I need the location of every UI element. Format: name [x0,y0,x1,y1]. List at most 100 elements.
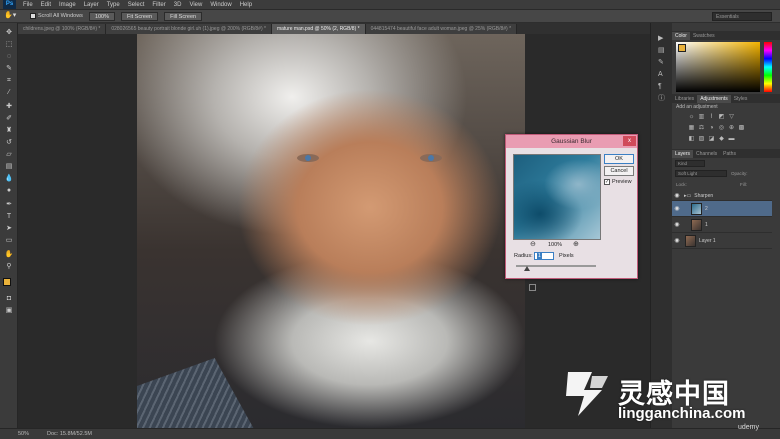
color-panel-swatch[interactable] [678,44,686,52]
color-picker-field[interactable] [676,42,760,92]
menu-edit[interactable]: Edit [37,2,55,8]
scroll-all-checkbox[interactable] [30,13,36,19]
layer-group-sharpen[interactable]: ◉ ▸▭ Sharpen [672,191,772,201]
tab-libraries[interactable]: Libraries [672,95,697,103]
watermark: 灵感中国 lingganchina.com udemy [562,368,780,439]
photo-canvas[interactable] [137,34,525,428]
exposure-icon[interactable]: ◩ [718,114,725,121]
tab-childrens[interactable]: childrens.jpeg @ 100% (RGB/8#) * [18,24,107,34]
visibility-eye-icon[interactable]: ◉ [672,221,682,228]
crop-tool-icon[interactable]: ⌗ [4,77,14,85]
character-icon[interactable]: A [658,71,666,79]
tab-layers[interactable]: Layers [672,150,694,158]
tab-channels[interactable]: Channels [693,150,720,158]
stamp-tool-icon[interactable]: ♜ [4,127,14,135]
hand-tool-icon[interactable]: ✋ [4,251,14,259]
menu-type[interactable]: Type [103,2,124,8]
visibility-eye-icon[interactable]: ◉ [672,192,682,199]
paragraph-icon[interactable]: ¶ [658,83,666,91]
eraser-tool-icon[interactable]: ▱ [4,151,14,159]
tab-styles[interactable]: Styles [731,95,751,103]
cancel-button[interactable]: Cancel [604,166,634,176]
ok-button[interactable]: OK [604,154,634,164]
close-icon[interactable]: x [623,136,636,146]
type-tool-icon[interactable]: T [4,213,14,221]
zoom-level[interactable]: 50% [18,431,29,437]
layer-layer1[interactable]: ◉ Layer 1 [672,233,772,249]
menu-filter[interactable]: Filter [148,2,169,8]
brightness-icon[interactable]: ☼ [688,114,695,121]
screen-mode-icon[interactable]: ▣ [4,307,14,315]
brush-tool-icon[interactable]: ✐ [4,115,14,123]
menu-file[interactable]: File [19,2,37,8]
gradient-map-icon[interactable]: ▬ [728,136,735,143]
menu-select[interactable]: Select [124,2,149,8]
blur-preview[interactable] [513,154,601,240]
healing-brush-icon[interactable]: ✚ [4,103,14,111]
blend-mode-select[interactable]: Soft Light [675,170,727,177]
brush-preset-icon[interactable]: ✎ [658,59,666,67]
path-select-icon[interactable]: ➤ [4,225,14,233]
tab-beauty-portrait[interactable]: 028026565 beauty portrait blonde girl.uh… [106,24,272,34]
hue-slider[interactable] [764,42,772,92]
dialog-title[interactable]: Gaussian Blur [506,135,637,148]
fill-screen-button[interactable]: Fill Screen [164,11,203,21]
menu-3d[interactable]: 3D [170,2,186,8]
selective-color-icon[interactable]: ◆ [718,136,725,143]
zoom-100-button[interactable]: 100% [88,11,116,21]
layer-1[interactable]: ◉ 1 [672,217,772,233]
photo-filter-icon[interactable]: ◎ [718,125,725,132]
posterize-icon[interactable]: ▨ [698,136,705,143]
hand-icon[interactable]: ✋▾ [4,11,22,21]
foreground-color-swatch[interactable] [3,278,11,286]
curves-icon[interactable]: ⌇ [708,114,715,121]
color-lookup-icon[interactable]: ▩ [738,125,745,132]
history-icon[interactable]: ▶ [658,35,666,43]
tab-swatches[interactable]: Swatches [690,32,718,40]
quick-mask-icon[interactable]: ◘ [4,295,14,303]
invert-icon[interactable]: ◧ [688,136,695,143]
history-brush-icon[interactable]: ↺ [4,139,14,147]
marquee-tool-icon[interactable]: ⬚ [4,41,14,49]
layer-kind-filter[interactable]: Kind [675,160,705,167]
menu-layer[interactable]: Layer [80,2,103,8]
hue-sat-icon[interactable]: ▦ [688,125,695,132]
fit-screen-button[interactable]: Fit Screen [121,11,159,21]
tab-mature-man[interactable]: mature man.psd @ 50% (2, RGB/8) * [271,24,366,34]
layer-2[interactable]: ◉ 2 [672,201,772,217]
levels-icon[interactable]: ▥ [698,114,705,121]
tab-color[interactable]: Color [672,32,690,40]
tab-paths[interactable]: Paths [720,150,739,158]
tab-beautiful-face[interactable]: 044815474 beautiful face adult woman.jpe… [365,24,518,34]
radius-input[interactable]: 1 [534,252,554,260]
vibrance-icon[interactable]: ▽ [728,114,735,121]
eyedropper-icon[interactable]: ⁄ [4,89,14,97]
shape-tool-icon[interactable]: ▭ [4,237,14,245]
zoom-tool-icon[interactable]: ⚲ [4,263,14,271]
channel-mixer-icon[interactable]: ⊕ [728,125,735,132]
visibility-eye-icon[interactable]: ◉ [672,237,682,244]
bw-icon[interactable]: ◑ [708,125,715,132]
zoom-in-icon[interactable]: ⊕ [573,240,579,248]
lasso-tool-icon[interactable]: ◌ [4,53,14,61]
menu-window[interactable]: Window [206,2,235,8]
quick-select-icon[interactable]: ✎ [4,65,14,73]
color-balance-icon[interactable]: ⚖ [698,125,705,132]
blur-tool-icon[interactable]: 💧 [4,175,14,183]
properties-icon[interactable]: ▤ [658,47,666,55]
radius-slider-thumb[interactable] [524,266,530,271]
threshold-icon[interactable]: ◪ [708,136,715,143]
gradient-tool-icon[interactable]: ▤ [4,163,14,171]
info-icon[interactable]: ⓘ [658,95,666,103]
workspace-select[interactable]: Essentials [712,12,772,21]
move-tool-icon[interactable]: ✥ [4,29,14,37]
dodge-tool-icon[interactable]: ● [4,187,14,195]
visibility-eye-icon[interactable]: ◉ [672,205,682,212]
tab-adjustments[interactable]: Adjustments [697,95,731,103]
zoom-out-icon[interactable]: ⊖ [530,240,536,248]
menu-view[interactable]: View [185,2,206,8]
pen-tool-icon[interactable]: ✒ [4,201,14,209]
menu-help[interactable]: Help [236,2,256,8]
preview-checkbox[interactable]: ✓ [604,179,610,185]
menu-image[interactable]: Image [55,2,80,8]
